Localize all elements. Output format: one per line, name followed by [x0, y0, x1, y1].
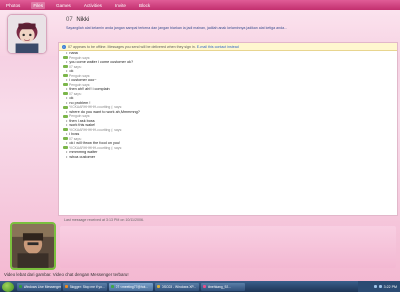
app-icon: [65, 285, 68, 288]
sender-text: 07 says:: [69, 136, 82, 141]
contact-name: 07 Nikki: [66, 17, 89, 23]
buddy-icon: [63, 74, 68, 78]
taskbar-items: Windows Live Messenger Blogger: Stop me i…: [17, 282, 247, 291]
taskbar-button-label: dinehkang_92...: [207, 284, 231, 289]
app-icon: [157, 285, 160, 288]
contact-avatar[interactable]: [7, 14, 47, 54]
contact-number: 07: [66, 17, 73, 23]
sender-text: 07 says:: [69, 64, 82, 69]
app-icon: [203, 285, 206, 288]
ad-banner-text[interactable]: Video lebat dari gambar. Video chat deng…: [4, 272, 129, 277]
system-tray: 3:22 PM: [358, 281, 400, 292]
menu-item-photos[interactable]: Photos: [4, 2, 22, 9]
taskbar-button-label: DSC03 - Windows XP...: [161, 284, 197, 289]
my-display-picture[interactable]: [10, 222, 56, 270]
buddy-icon: [63, 128, 68, 132]
windows-taskbar: Windows Live Messenger Blogger: Stop me i…: [0, 281, 400, 292]
taskbar-button[interactable]: Blogger: Stop me if yo...: [63, 282, 107, 291]
sender-text: Penguin says:: [69, 73, 91, 78]
sender-text: Penguin says:: [69, 82, 91, 87]
sender-text: YICKAARHHHHH-courtting (: says:: [69, 127, 123, 132]
buddy-icon: [63, 83, 68, 87]
menu-item-block[interactable]: Block: [137, 2, 152, 9]
sender-text: YICKAARHHHHH-courtting (: says:: [69, 145, 123, 150]
buddy-icon: [63, 146, 68, 150]
message-text: whoa customer: [63, 155, 393, 160]
taskbar-button[interactable]: 07 <meeting77@hot...: [109, 282, 153, 291]
taskbar-button-label: Windows Live Messenger: [23, 284, 62, 289]
menu-item-activities[interactable]: Activities: [82, 2, 104, 9]
taskbar-button-label: Blogger: Stop me if yo...: [69, 284, 105, 289]
message-list: nanaPenguin says:you come waiter i come …: [59, 51, 397, 159]
offline-notice-text: 07 appears to be offline. Messages you s…: [68, 44, 196, 49]
tray-network-icon[interactable]: [373, 285, 377, 288]
buddy-icon: [63, 92, 68, 96]
taskbar-button[interactable]: Windows Live Messenger: [17, 282, 62, 291]
app-icon: [111, 285, 114, 288]
sender-text: 07 says:: [69, 91, 82, 96]
clock: 3:22 PM: [383, 284, 397, 289]
email-contact-link[interactable]: E-mail this contact instead: [197, 45, 239, 49]
buddy-icon: [63, 56, 68, 60]
sender-text: Penguin says:: [69, 114, 91, 118]
webcam-photo: [12, 224, 54, 268]
buddy-icon: [63, 137, 68, 141]
last-message-status: Last message received at 3:13 PM on 10/1…: [64, 218, 145, 222]
menu-bar: Photos Files Games Activities Invite Block: [0, 0, 400, 10]
avatar-image: [8, 15, 46, 53]
taskbar-button-label: 07 <meeting77@hot...: [115, 284, 149, 289]
app-icon: [19, 285, 22, 288]
start-button[interactable]: [2, 281, 14, 292]
menu-item-invite[interactable]: Invite: [113, 2, 128, 9]
info-icon: i: [62, 44, 66, 49]
sender-text: YICKAARHHHHH-courtting (: says:: [69, 105, 123, 109]
menu-item-games[interactable]: Games: [54, 2, 73, 9]
buddy-icon: [63, 105, 68, 109]
message-compose-area[interactable]: [60, 226, 396, 268]
sender-text: Penguin says:: [69, 55, 91, 60]
buddy-icon: [63, 65, 68, 69]
conversation-history[interactable]: i 07 appears to be offline. Messages you…: [58, 42, 398, 216]
personal-message: Sayangilah alat kelamin anda jangan samp…: [66, 26, 288, 30]
taskbar-button[interactable]: DSC03 - Windows XP...: [155, 282, 199, 291]
offline-notice: i 07 appears to be offline. Messages you…: [59, 43, 397, 51]
buddy-icon: [63, 114, 68, 118]
contact-display-name: Nikki: [76, 17, 90, 23]
tray-volume-icon[interactable]: [378, 285, 382, 288]
menu-item-files[interactable]: Files: [31, 1, 46, 9]
taskbar-button[interactable]: dinehkang_92...: [201, 282, 245, 291]
